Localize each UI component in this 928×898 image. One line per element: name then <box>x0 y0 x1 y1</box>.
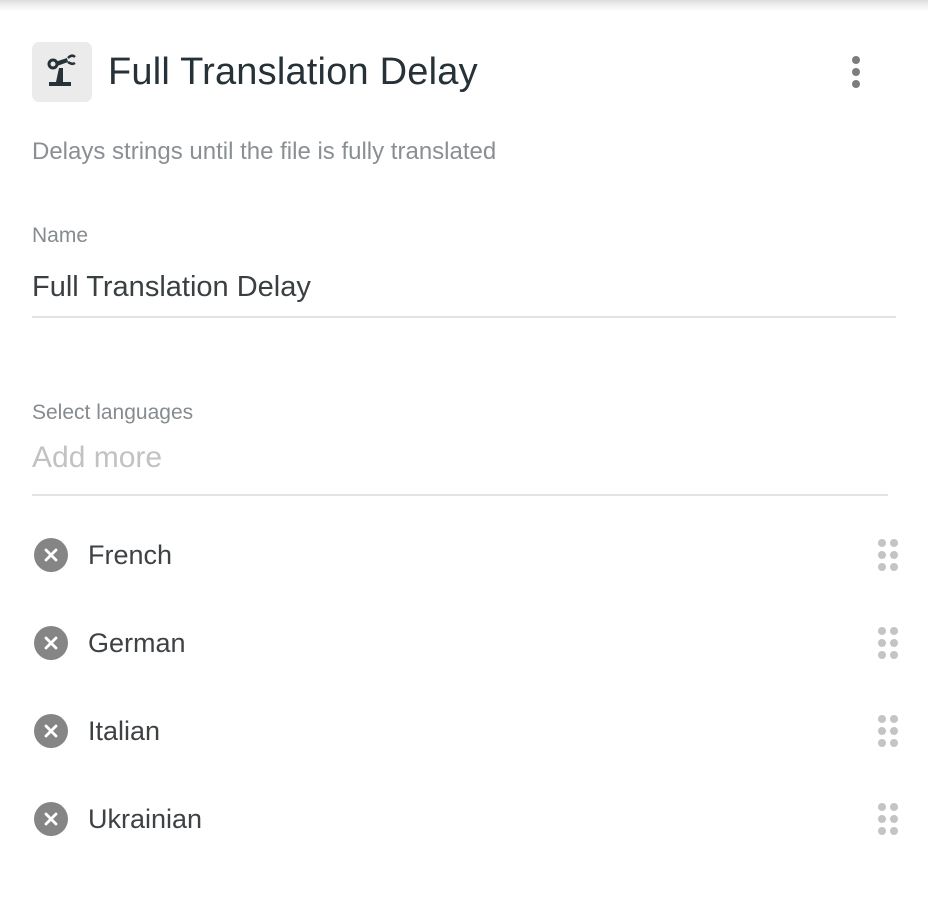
remove-circle-icon <box>44 548 58 562</box>
remove-language-button[interactable] <box>34 802 68 836</box>
header: Full Translation Delay <box>32 42 928 102</box>
name-field-label: Name <box>32 224 89 247</box>
language-name: Italian <box>88 716 161 746</box>
language-name: German <box>88 628 186 658</box>
drag-handle-icon[interactable] <box>876 801 900 837</box>
more-options-button[interactable] <box>840 52 872 92</box>
more-vertical-icon <box>852 56 860 64</box>
language-item-german: German <box>32 618 904 706</box>
drag-handle-icon[interactable] <box>876 713 900 749</box>
drag-handle-icon[interactable] <box>876 625 900 661</box>
remove-circle-icon <box>44 724 58 738</box>
remove-circle-icon <box>44 812 58 826</box>
add-language-input[interactable] <box>32 436 888 480</box>
robot-arm-icon <box>32 42 92 102</box>
page-title: Full Translation Delay <box>108 51 478 93</box>
languages-field-label: Select languages <box>32 401 194 424</box>
top-shadow <box>0 0 928 12</box>
remove-circle-icon <box>44 636 58 650</box>
description: Delays strings until the file is fully t… <box>32 138 497 165</box>
remove-language-button[interactable] <box>34 538 68 572</box>
languages-input-underline <box>32 494 888 496</box>
name-input-underline <box>32 316 896 318</box>
remove-language-button[interactable] <box>34 626 68 660</box>
drag-handle-icon[interactable] <box>876 537 900 573</box>
more-vertical-icon-dot <box>852 80 860 88</box>
language-item-italian: Italian <box>32 706 904 794</box>
more-vertical-icon-dot <box>852 68 860 76</box>
name-input[interactable] <box>32 258 896 316</box>
language-item-french: French <box>32 530 904 618</box>
language-name: French <box>88 540 173 570</box>
language-name: Ukrainian <box>88 804 203 834</box>
language-list: French German Italian Ukrainian <box>32 530 904 882</box>
remove-language-button[interactable] <box>34 714 68 748</box>
language-item-ukrainian: Ukrainian <box>32 794 904 882</box>
